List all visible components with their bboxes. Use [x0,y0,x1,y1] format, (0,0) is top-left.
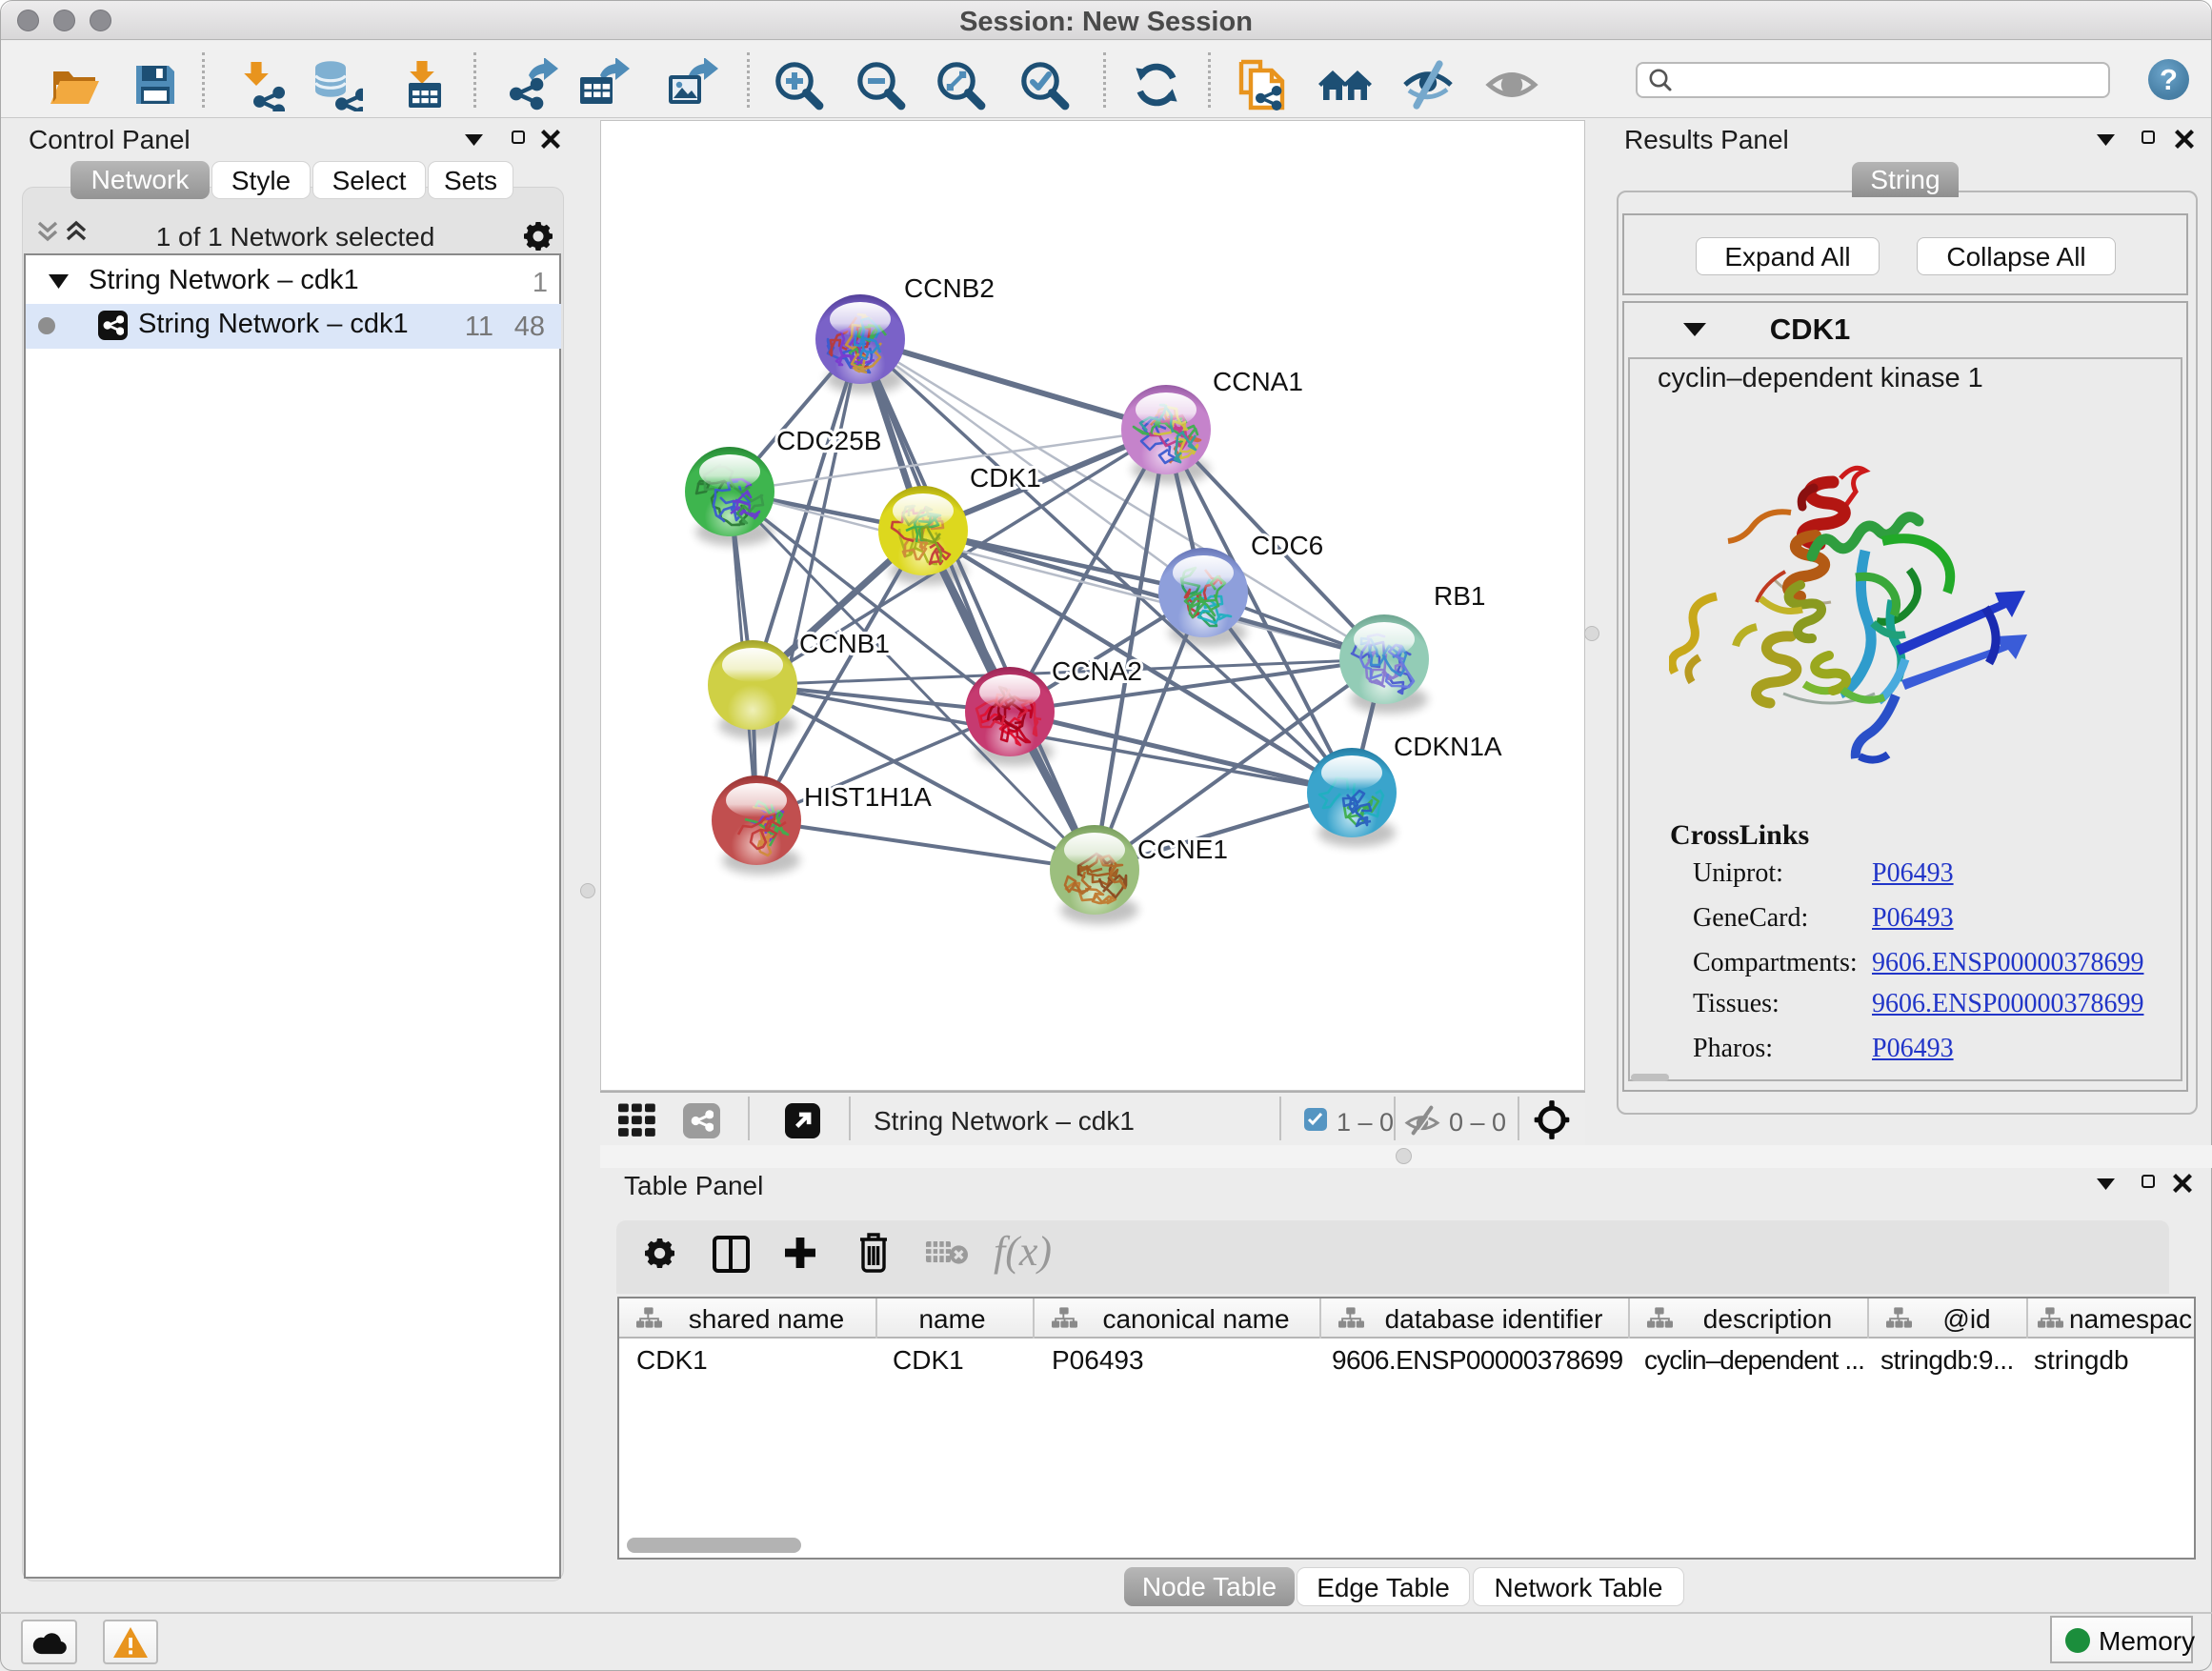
svg-text:CCNA2: CCNA2 [1052,656,1142,686]
svg-text:RB1: RB1 [1434,581,1485,611]
svg-text:CCNA1: CCNA1 [1213,367,1303,396]
svg-text:CDK1: CDK1 [970,463,1041,493]
svg-text:CDC6: CDC6 [1251,531,1323,560]
svg-text:CCNB2: CCNB2 [904,273,995,303]
svg-text:CDC25B: CDC25B [776,426,881,455]
svg-text:HIST1H1A: HIST1H1A [804,782,932,812]
svg-text:CCNE1: CCNE1 [1137,835,1228,864]
svg-text:CDKN1A: CDKN1A [1394,732,1502,761]
svg-text:CCNB1: CCNB1 [799,629,890,658]
